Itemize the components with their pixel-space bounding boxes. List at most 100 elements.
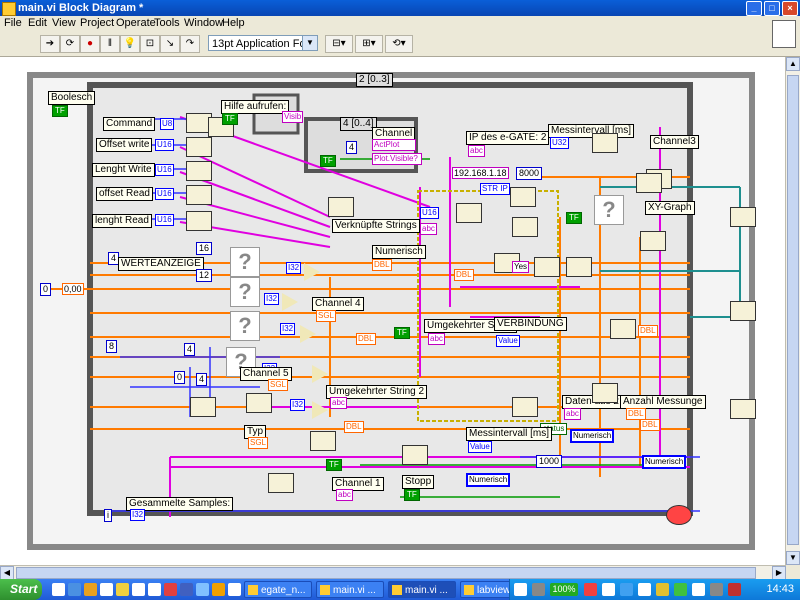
array-table-icon-2[interactable]: [592, 383, 618, 403]
ip-address-const[interactable]: 192.168.1.18: [452, 167, 509, 179]
subvi-offset-read[interactable]: [186, 185, 212, 205]
const-0-00[interactable]: 0,00: [62, 283, 84, 295]
verknuepfte-type[interactable]: abc: [420, 223, 437, 235]
port-const[interactable]: 8000: [516, 167, 543, 180]
lenght-write-type[interactable]: U16: [155, 164, 174, 176]
gesammelte-i32[interactable]: I32: [130, 509, 146, 521]
close-button[interactable]: ×: [782, 1, 798, 16]
quicklaunch-icon-9[interactable]: [180, 583, 193, 596]
subvi-lenght-read[interactable]: [186, 211, 212, 231]
comparison-node-1[interactable]: [304, 263, 320, 281]
actplot-property[interactable]: ActPlot: [372, 139, 416, 151]
step-over-icon[interactable]: ↷: [180, 35, 200, 53]
const-16[interactable]: 16: [196, 242, 213, 255]
i32-convert-3[interactable]: I32: [280, 323, 296, 335]
const-0-left[interactable]: 0: [40, 283, 52, 296]
menu-file[interactable]: File: [4, 16, 22, 30]
messintervall-type[interactable]: U32: [550, 137, 569, 149]
comparison-node-3[interactable]: [300, 325, 316, 343]
reorder-icon[interactable]: ⟲▾: [385, 35, 413, 53]
offset-read-type[interactable]: U16: [155, 188, 174, 200]
build-cluster-icon[interactable]: [268, 473, 294, 493]
yes-constant[interactable]: Yes: [512, 261, 530, 273]
subvi-write[interactable]: [456, 203, 482, 223]
quicklaunch-icon-8[interactable]: [164, 583, 177, 596]
comparison-node-4[interactable]: [312, 365, 328, 383]
loop-stop-icon[interactable]: [666, 505, 692, 525]
u16-out[interactable]: U16: [420, 207, 439, 219]
plot-bool-terminal[interactable]: TF: [320, 155, 336, 167]
umgekehrter-2-type[interactable]: abc: [330, 397, 347, 409]
run-arrow-icon[interactable]: ➔: [40, 35, 60, 53]
tray-network-icon[interactable]: [710, 583, 723, 596]
messintervall-value[interactable]: Value: [468, 441, 492, 453]
missing-subvi-icon-2[interactable]: ?: [230, 277, 260, 307]
array-subset-icon[interactable]: [566, 257, 592, 277]
quicklaunch-icon-1[interactable]: [52, 583, 65, 596]
boolean-terminal[interactable]: TF: [52, 105, 68, 117]
subvi-concat[interactable]: [328, 197, 354, 217]
quicklaunch-icon-12[interactable]: [228, 583, 241, 596]
tcp-read-icon[interactable]: [512, 397, 538, 417]
channel1-type[interactable]: abc: [336, 489, 353, 501]
missing-subvi-icon[interactable]: ?: [594, 195, 624, 225]
run-continuously-icon[interactable]: ⟳: [60, 35, 80, 53]
ip-gate-type[interactable]: abc: [468, 145, 485, 157]
menu-help[interactable]: Help: [222, 16, 245, 30]
numerisch-control-c[interactable]: Numerisch: [466, 473, 511, 487]
command-type[interactable]: U8: [160, 118, 175, 130]
vertical-scrollbar[interactable]: ▲ ▼: [785, 57, 800, 565]
str-ip-function[interactable]: STR IP: [480, 183, 510, 195]
const-1000[interactable]: 1000: [536, 455, 563, 468]
menu-project[interactable]: Project: [80, 16, 114, 30]
channel5-sgl[interactable]: SGL: [268, 379, 289, 391]
quicklaunch-icon-6[interactable]: [132, 583, 145, 596]
pause-icon[interactable]: ‖: [100, 35, 120, 53]
quicklaunch-icon-4[interactable]: [100, 583, 113, 596]
comparison-node-5[interactable]: [312, 401, 328, 419]
tray-zoom[interactable]: 100%: [550, 583, 578, 596]
const-4-b[interactable]: 4: [184, 343, 196, 356]
menu-view[interactable]: View: [52, 16, 76, 30]
quicklaunch-icon-3[interactable]: [84, 583, 97, 596]
lenght-read-type[interactable]: U16: [155, 214, 174, 226]
tray-icon-3[interactable]: [584, 583, 597, 596]
tray-icon-9[interactable]: [728, 583, 741, 596]
distribute-objects-icon[interactable]: ⊞▾: [355, 35, 383, 53]
tray-icon-6[interactable]: [638, 583, 651, 596]
case-selector[interactable]: 2 [0..3]: [356, 73, 393, 87]
highlight-execution-icon[interactable]: 💡: [120, 35, 140, 53]
quicklaunch-icon-11[interactable]: [212, 583, 225, 596]
vi-icon[interactable]: [772, 20, 796, 48]
offset-write-type[interactable]: U16: [155, 139, 174, 151]
stopp-terminal[interactable]: TF: [404, 489, 420, 501]
horizontal-scroll-thumb[interactable]: [16, 567, 756, 579]
const-12[interactable]: 12: [196, 269, 213, 282]
start-button[interactable]: Start: [0, 579, 42, 600]
build-array-icon[interactable]: [402, 445, 428, 465]
menu-operate[interactable]: Operate: [116, 16, 156, 30]
menu-edit[interactable]: Edit: [28, 16, 47, 30]
typ-array-icon[interactable]: [310, 431, 336, 451]
quicklaunch-icon-2[interactable]: [68, 583, 81, 596]
subvi-offset-write[interactable]: [186, 137, 212, 157]
tf-terminal-upper[interactable]: TF: [566, 212, 582, 224]
hilfe-terminal[interactable]: TF: [222, 113, 238, 125]
quicklaunch-icon-5[interactable]: [116, 583, 129, 596]
tcp-open-icon[interactable]: [510, 187, 536, 207]
const-8[interactable]: 8: [106, 340, 118, 353]
vertical-scroll-thumb[interactable]: [787, 75, 799, 545]
horizontal-scrollbar[interactable]: ◀ ▶: [0, 565, 786, 580]
bundle-icon[interactable]: [636, 173, 662, 193]
plot-visible-property[interactable]: Plot.Visible?: [372, 153, 422, 165]
menu-tools[interactable]: Tools: [154, 16, 180, 30]
dbl-array-indicator[interactable]: DBL: [638, 325, 658, 337]
subvi-lenght-write[interactable]: [186, 161, 212, 181]
scroll-left-icon[interactable]: ◀: [0, 566, 14, 580]
array-table-icon[interactable]: [610, 319, 636, 339]
comparison-node-2[interactable]: [282, 293, 298, 311]
minimize-button[interactable]: _: [746, 1, 762, 16]
font-select[interactable]: 13pt Application Font ▼: [208, 35, 318, 51]
dbl-indicator-2[interactable]: DBL: [356, 333, 376, 345]
tray-icon-4[interactable]: [602, 583, 615, 596]
